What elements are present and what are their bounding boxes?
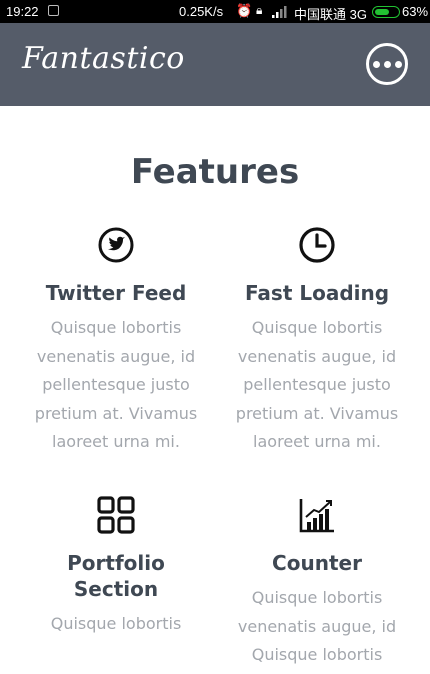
brand-logo[interactable]: Fantastico: [22, 41, 185, 76]
twitter-icon: [98, 227, 134, 263]
more-dot: [372, 60, 380, 68]
more-dot: [394, 60, 402, 68]
feature-title: Twitter Feed: [45, 281, 187, 305]
feature-title: Fast Loading: [244, 281, 390, 305]
feature-twitter-feed: Twitter Feed Quisque lobortis venenatis …: [16, 226, 216, 457]
status-net-speed: 0.25K/s: [179, 4, 224, 19]
section-title: Features: [130, 152, 300, 192]
feature-portfolio-section: Portfolio Section Quisque lobortis: [16, 496, 216, 639]
alarm-icon: ⏰: [236, 3, 253, 18]
clock-icon: [299, 227, 335, 263]
status-carrier: 中国联通 3G: [294, 7, 367, 22]
feature-description: Quisque lobortis: [50, 614, 182, 633]
grid-icon: [97, 496, 135, 534]
image-notification-icon: [48, 5, 59, 16]
chart-icon: [299, 499, 334, 533]
battery-icon: [372, 6, 400, 18]
signal-icon: [272, 6, 287, 18]
status-time: 19:22: [6, 4, 39, 19]
app-bar: Fantastico: [0, 23, 430, 106]
feature-title: Counter: [272, 551, 362, 575]
more-dot: [383, 60, 391, 68]
feature-counter: Counter Quisque lobortis venenatis augue…: [217, 496, 417, 670]
feature-description: Quisque lobortis venenatis augue, id Qui…: [237, 588, 397, 664]
feature-title: Portfolio Section: [67, 551, 165, 601]
lock-icon: 🔒︎: [256, 3, 263, 17]
status-bar: 19:22 0.25K/s ⏰ 🔒︎ 中国联通 3G 63%: [0, 0, 430, 23]
battery-level: [375, 9, 389, 15]
feature-fast-loading: Fast Loading Quisque lobortis venenatis …: [217, 226, 417, 457]
battery-percent: 63%: [402, 4, 429, 19]
feature-description: Quisque lobortis venenatis augue, id pel…: [34, 318, 198, 451]
more-menu-button[interactable]: [366, 43, 408, 85]
feature-description: Quisque lobortis venenatis augue, id pel…: [235, 318, 399, 451]
